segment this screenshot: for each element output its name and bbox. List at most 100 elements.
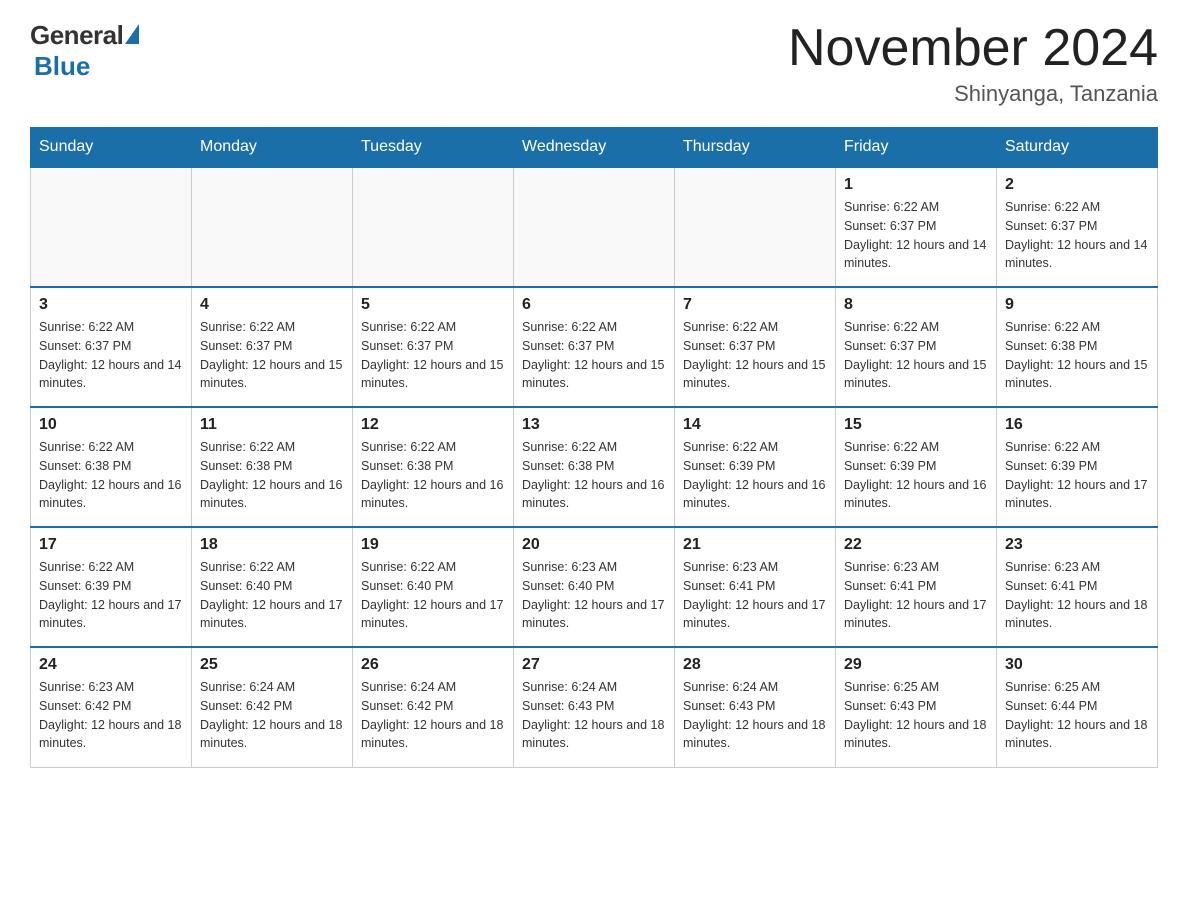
calendar-cell: 9 Sunrise: 6:22 AMSunset: 6:38 PMDaylight… xyxy=(997,287,1158,407)
day-number: 26 xyxy=(361,656,505,674)
day-number: 13 xyxy=(522,416,666,434)
calendar-cell: 23 Sunrise: 6:23 AMSunset: 6:41 PMDayligh… xyxy=(997,527,1158,647)
day-info: Sunrise: 6:22 AMSunset: 6:40 PMDaylight:… xyxy=(361,558,505,633)
month-year-title: November 2024 xyxy=(788,20,1158,77)
calendar-cell: 2Sunrise: 6:22 AMSunset: 6:37 PMDaylight… xyxy=(997,167,1158,287)
location-subtitle: Shinyanga, Tanzania xyxy=(788,81,1158,107)
calendar-cell xyxy=(353,167,514,287)
day-number: 22 xyxy=(844,536,988,554)
calendar-cell: 17Sunrise: 6:22 AMSunset: 6:39 PMDayligh… xyxy=(31,527,192,647)
calendar-cell xyxy=(192,167,353,287)
calendar-cell: 19 Sunrise: 6:22 AMSunset: 6:40 PMDayligh… xyxy=(353,527,514,647)
calendar-table: SundayMondayTuesdayWednesdayThursdayFrid… xyxy=(30,127,1158,768)
day-number: 17 xyxy=(39,536,183,554)
day-number: 12 xyxy=(361,416,505,434)
calendar-cell: 28 Sunrise: 6:24 AMSunset: 6:43 PMDayligh… xyxy=(675,647,836,767)
calendar-cell xyxy=(675,167,836,287)
logo-general-text: General xyxy=(30,20,123,51)
day-number: 7 xyxy=(683,296,827,314)
calendar-cell: 25 Sunrise: 6:24 AMSunset: 6:42 PMDayligh… xyxy=(192,647,353,767)
logo-blue-text: Blue xyxy=(34,51,90,82)
day-number: 20 xyxy=(522,536,666,554)
day-number: 28 xyxy=(683,656,827,674)
title-section: November 2024 Shinyanga, Tanzania xyxy=(788,20,1158,107)
day-number: 14 xyxy=(683,416,827,434)
day-info: Sunrise: 6:22 AMSunset: 6:38 PMDaylight:… xyxy=(522,438,666,513)
day-info: Sunrise: 6:23 AMSunset: 6:42 PMDaylight:… xyxy=(39,678,183,753)
day-info: Sunrise: 6:24 AMSunset: 6:43 PMDaylight:… xyxy=(683,678,827,753)
calendar-cell: 15Sunrise: 6:22 AMSunset: 6:39 PMDayligh… xyxy=(836,407,997,527)
calendar-cell: 3 Sunrise: 6:22 AMSunset: 6:37 PMDaylight… xyxy=(31,287,192,407)
calendar-cell xyxy=(514,167,675,287)
day-number: 2 xyxy=(1005,176,1149,194)
day-info: Sunrise: 6:23 AMSunset: 6:41 PMDaylight:… xyxy=(844,558,988,633)
day-info: Sunrise: 6:23 AMSunset: 6:41 PMDaylight:… xyxy=(1005,558,1149,633)
calendar-header-thursday: Thursday xyxy=(675,128,836,168)
day-number: 8 xyxy=(844,296,988,314)
day-number: 11 xyxy=(200,416,344,434)
calendar-cell: 29 Sunrise: 6:25 AMSunset: 6:43 PMDayligh… xyxy=(836,647,997,767)
calendar-cell: 27Sunrise: 6:24 AMSunset: 6:43 PMDayligh… xyxy=(514,647,675,767)
day-info: Sunrise: 6:22 AMSunset: 6:37 PMDaylight:… xyxy=(39,318,183,393)
calendar-cell: 11 Sunrise: 6:22 AMSunset: 6:38 PMDayligh… xyxy=(192,407,353,527)
day-info: Sunrise: 6:23 AMSunset: 6:40 PMDaylight:… xyxy=(522,558,666,633)
calendar-cell: 30Sunrise: 6:25 AMSunset: 6:44 PMDayligh… xyxy=(997,647,1158,767)
day-info: Sunrise: 6:22 AMSunset: 6:37 PMDaylight:… xyxy=(200,318,344,393)
day-number: 30 xyxy=(1005,656,1149,674)
calendar-header-saturday: Saturday xyxy=(997,128,1158,168)
calendar-cell: 7Sunrise: 6:22 AMSunset: 6:37 PMDaylight… xyxy=(675,287,836,407)
day-info: Sunrise: 6:22 AMSunset: 6:37 PMDaylight:… xyxy=(361,318,505,393)
day-number: 3 xyxy=(39,296,183,314)
calendar-cell: 20 Sunrise: 6:23 AMSunset: 6:40 PMDayligh… xyxy=(514,527,675,647)
calendar-week-row: 17Sunrise: 6:22 AMSunset: 6:39 PMDayligh… xyxy=(31,527,1158,647)
day-number: 5 xyxy=(361,296,505,314)
calendar-week-row: 24 Sunrise: 6:23 AMSunset: 6:42 PMDayligh… xyxy=(31,647,1158,767)
day-info: Sunrise: 6:25 AMSunset: 6:43 PMDaylight:… xyxy=(844,678,988,753)
day-number: 18 xyxy=(200,536,344,554)
day-number: 15 xyxy=(844,416,988,434)
calendar-cell: 6 Sunrise: 6:22 AMSunset: 6:37 PMDaylight… xyxy=(514,287,675,407)
calendar-cell: 1Sunrise: 6:22 AMSunset: 6:37 PMDaylight… xyxy=(836,167,997,287)
day-info: Sunrise: 6:22 AMSunset: 6:38 PMDaylight:… xyxy=(1005,318,1149,393)
calendar-cell: 4 Sunrise: 6:22 AMSunset: 6:37 PMDaylight… xyxy=(192,287,353,407)
calendar-cell xyxy=(31,167,192,287)
calendar-cell: 26 Sunrise: 6:24 AMSunset: 6:42 PMDayligh… xyxy=(353,647,514,767)
calendar-cell: 13 Sunrise: 6:22 AMSunset: 6:38 PMDayligh… xyxy=(514,407,675,527)
calendar-header-sunday: Sunday xyxy=(31,128,192,168)
calendar-cell: 21Sunrise: 6:23 AMSunset: 6:41 PMDayligh… xyxy=(675,527,836,647)
day-number: 25 xyxy=(200,656,344,674)
day-number: 16 xyxy=(1005,416,1149,434)
day-number: 21 xyxy=(683,536,827,554)
calendar-cell: 8 Sunrise: 6:22 AMSunset: 6:37 PMDaylight… xyxy=(836,287,997,407)
calendar-cell: 10Sunrise: 6:22 AMSunset: 6:38 PMDayligh… xyxy=(31,407,192,527)
calendar-header-row: SundayMondayTuesdayWednesdayThursdayFrid… xyxy=(31,128,1158,168)
day-number: 9 xyxy=(1005,296,1149,314)
calendar-cell: 22 Sunrise: 6:23 AMSunset: 6:41 PMDayligh… xyxy=(836,527,997,647)
day-info: Sunrise: 6:22 AMSunset: 6:40 PMDaylight:… xyxy=(200,558,344,633)
logo-triangle-icon xyxy=(125,24,139,44)
day-info: Sunrise: 6:22 AMSunset: 6:37 PMDaylight:… xyxy=(844,318,988,393)
calendar-cell: 14 Sunrise: 6:22 AMSunset: 6:39 PMDayligh… xyxy=(675,407,836,527)
day-number: 29 xyxy=(844,656,988,674)
calendar-cell: 24 Sunrise: 6:23 AMSunset: 6:42 PMDayligh… xyxy=(31,647,192,767)
day-number: 23 xyxy=(1005,536,1149,554)
day-info: Sunrise: 6:22 AMSunset: 6:38 PMDaylight:… xyxy=(200,438,344,513)
day-info: Sunrise: 6:22 AMSunset: 6:39 PMDaylight:… xyxy=(683,438,827,513)
calendar-cell: 18 Sunrise: 6:22 AMSunset: 6:40 PMDayligh… xyxy=(192,527,353,647)
day-number: 27 xyxy=(522,656,666,674)
day-number: 4 xyxy=(200,296,344,314)
day-number: 1 xyxy=(844,176,988,194)
day-number: 24 xyxy=(39,656,183,674)
day-info: Sunrise: 6:24 AMSunset: 6:42 PMDaylight:… xyxy=(200,678,344,753)
calendar-header-wednesday: Wednesday xyxy=(514,128,675,168)
day-info: Sunrise: 6:22 AMSunset: 6:37 PMDaylight:… xyxy=(522,318,666,393)
calendar-header-monday: Monday xyxy=(192,128,353,168)
calendar-cell: 12Sunrise: 6:22 AMSunset: 6:38 PMDayligh… xyxy=(353,407,514,527)
day-info: Sunrise: 6:24 AMSunset: 6:42 PMDaylight:… xyxy=(361,678,505,753)
day-number: 19 xyxy=(361,536,505,554)
page-header: General Blue November 2024 Shinyanga, Ta… xyxy=(30,20,1158,107)
calendar-week-row: 1Sunrise: 6:22 AMSunset: 6:37 PMDaylight… xyxy=(31,167,1158,287)
day-number: 6 xyxy=(522,296,666,314)
calendar-header-friday: Friday xyxy=(836,128,997,168)
calendar-cell: 16Sunrise: 6:22 AMSunset: 6:39 PMDayligh… xyxy=(997,407,1158,527)
